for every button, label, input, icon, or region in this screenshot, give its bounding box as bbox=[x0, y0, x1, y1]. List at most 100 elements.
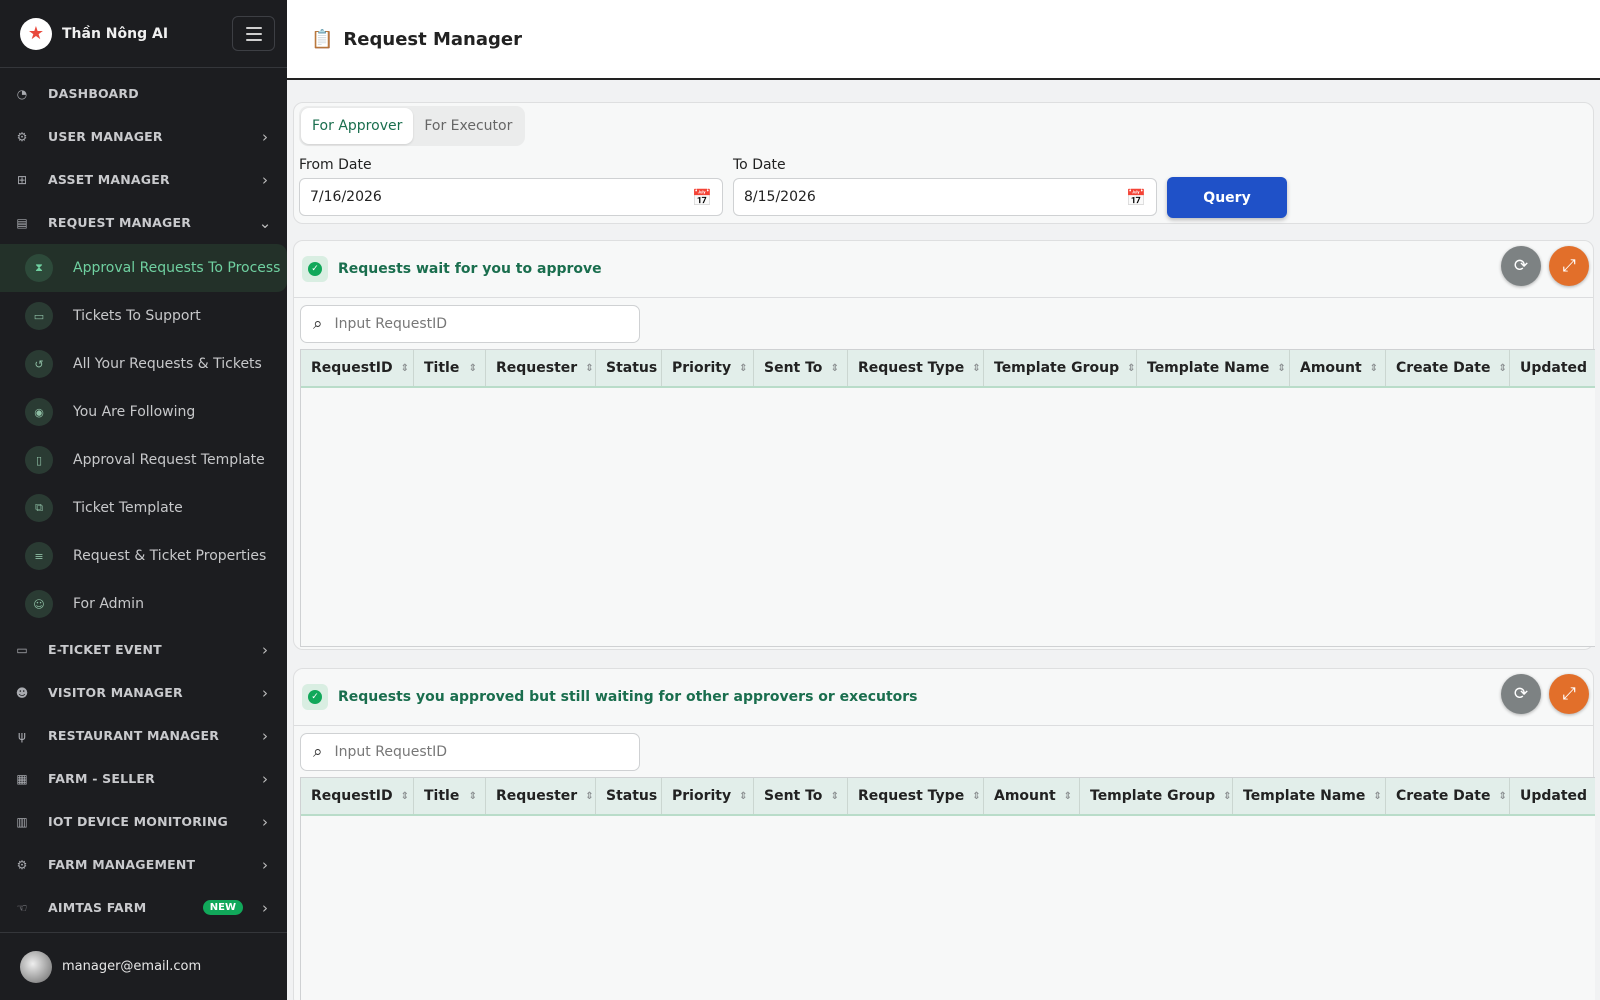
table-header: RequestID ⇕ Title ⇕ Requester ⇕ Status Prio… bbox=[301, 350, 1595, 388]
sidebar-header: ★ Thần Nông AI bbox=[0, 0, 287, 68]
requestid-search[interactable]: ⌕ Input RequestID bbox=[300, 305, 640, 343]
from-date-field[interactable]: 7/16/2026 📅 bbox=[299, 178, 723, 216]
search-input[interactable]: Input RequestID bbox=[335, 744, 447, 760]
sidebar-item-request-manager[interactable]: ▤ REQUEST MANAGER ⌄ bbox=[0, 201, 287, 244]
sidebar-subitem-following[interactable]: ◉ You Are Following bbox=[0, 388, 287, 436]
sidebar-subitem-tickets-to-support[interactable]: ▭ Tickets To Support bbox=[0, 292, 287, 340]
column-header[interactable]: Create Date ⇕ bbox=[1386, 778, 1510, 814]
sidebar-subitem-label: For Admin bbox=[73, 596, 144, 612]
sidebar-item-visitor-manager[interactable]: ☻ VISITOR MANAGER › bbox=[0, 671, 287, 714]
column-header[interactable]: Title ⇕ bbox=[414, 350, 486, 386]
calendar-icon[interactable]: 📅 bbox=[692, 188, 712, 207]
refresh-button[interactable]: ⟳ bbox=[1501, 246, 1541, 286]
logo-star-icon: ★ bbox=[20, 17, 52, 50]
brand-name: Thần Nông AI bbox=[62, 25, 169, 42]
sidebar-item-asset-manager[interactable]: ⊞ ASSET MANAGER › bbox=[0, 158, 287, 201]
sidebar: ★ Thần Nông AI ◔ DASHBOARD ⚙ USER MANAGE… bbox=[0, 0, 287, 1000]
sidebar-subitem-label: You Are Following bbox=[73, 404, 196, 420]
search-input[interactable]: Input RequestID bbox=[335, 316, 447, 332]
refresh-button[interactable]: ⟳ bbox=[1501, 674, 1541, 714]
column-header[interactable]: Title ⇕ bbox=[414, 778, 486, 814]
sidebar-subitem-approval-template[interactable]: ▯ Approval Request Template bbox=[0, 436, 287, 484]
filter-card: For Approver For Executor From Date 7/16… bbox=[293, 102, 1594, 224]
page-header: 📋 Request Manager bbox=[287, 0, 1600, 80]
chevron-right-icon: › bbox=[262, 127, 268, 146]
column-header[interactable]: Updated bbox=[1510, 350, 1595, 386]
query-button[interactable]: Query bbox=[1167, 177, 1287, 218]
group-icon: ☻ bbox=[15, 685, 29, 700]
chevron-right-icon: › bbox=[262, 855, 268, 874]
column-header[interactable]: Sent To ⇕ bbox=[754, 350, 848, 386]
search-icon: ⌕ bbox=[313, 314, 323, 334]
column-header[interactable]: Amount ⇕ bbox=[1290, 350, 1386, 386]
column-header[interactable]: Create Date ⇕ bbox=[1386, 350, 1510, 386]
column-header[interactable]: Requester ⇕ bbox=[486, 350, 596, 386]
sidebar-item-label: FARM MANAGEMENT bbox=[48, 857, 196, 872]
column-header[interactable]: Priority ⇕ bbox=[662, 350, 754, 386]
sidebar-item-farm-seller[interactable]: ▦ FARM - SELLER › bbox=[0, 757, 287, 800]
hand-icon: ☜ bbox=[16, 900, 28, 915]
menu-toggle-button[interactable] bbox=[232, 16, 275, 51]
column-header[interactable]: RequestID ⇕ bbox=[301, 350, 414, 386]
requestid-search[interactable]: ⌕ Input RequestID bbox=[300, 733, 640, 771]
column-header[interactable]: Template Name ⇕ bbox=[1137, 350, 1290, 386]
sidebar-subitem-label: Ticket Template bbox=[73, 500, 183, 516]
chevron-right-icon: › bbox=[262, 170, 268, 189]
gauge-icon: ◔ bbox=[16, 86, 28, 101]
clipboard-icon: ▤ bbox=[16, 215, 28, 230]
column-header[interactable]: Priority ⇕ bbox=[662, 778, 754, 814]
column-header[interactable]: RequestID ⇕ bbox=[301, 778, 414, 814]
sidebar-item-iot-device-monitoring[interactable]: ▥ IOT DEVICE MONITORING › bbox=[0, 800, 287, 843]
tractor-icon: ⚙ bbox=[16, 857, 28, 872]
requests-table: RequestID ⇕ Title ⇕ Requester ⇕ Status Prio… bbox=[300, 349, 1595, 647]
sidebar-subitem-label: Approval Requests To Process bbox=[73, 260, 281, 276]
column-header[interactable]: Request Type ⇕ bbox=[848, 778, 984, 814]
sidebar-item-farm-management[interactable]: ⚙ FARM MANAGEMENT › bbox=[0, 843, 287, 886]
sidebar-item-user-manager[interactable]: ⚙ USER MANAGER › bbox=[0, 115, 287, 158]
tab-for-approver[interactable]: For Approver bbox=[301, 108, 414, 144]
to-date-field[interactable]: 8/15/2026 📅 bbox=[733, 178, 1157, 216]
sidebar-nav: ◔ DASHBOARD ⚙ USER MANAGER › ⊞ ASSET MAN… bbox=[0, 68, 287, 929]
user-email: manager@email.com bbox=[62, 959, 202, 974]
role-tabs: For Approver For Executor bbox=[299, 106, 526, 146]
sidebar-subitem-label: Approval Request Template bbox=[73, 452, 265, 468]
column-header[interactable]: Requester ⇕ bbox=[486, 778, 596, 814]
sidebar-subitem-all-requests[interactable]: ↺ All Your Requests & Tickets bbox=[0, 340, 287, 388]
expand-button[interactable]: ⤢ bbox=[1549, 246, 1589, 286]
sidebar-item-dashboard[interactable]: ◔ DASHBOARD bbox=[0, 72, 287, 115]
sidebar-user-footer[interactable]: manager@email.com bbox=[0, 932, 287, 1000]
avatar bbox=[20, 950, 52, 983]
calendar-icon[interactable]: 📅 bbox=[1126, 188, 1146, 207]
column-header[interactable]: Template Group ⇕ bbox=[984, 350, 1137, 386]
sidebar-item-aimtas-farm[interactable]: ☜ AIMTAS FARM NEW › bbox=[0, 886, 287, 929]
column-header[interactable]: Request Type ⇕ bbox=[848, 350, 984, 386]
expand-button[interactable]: ⤢ bbox=[1549, 674, 1589, 714]
sidebar-item-label: VISITOR MANAGER bbox=[48, 685, 183, 700]
sidebar-item-label: ASSET MANAGER bbox=[48, 172, 170, 187]
sidebar-item-e-ticket-event[interactable]: ▭ E-TICKET EVENT › bbox=[0, 628, 287, 671]
column-header[interactable]: Updated bbox=[1510, 778, 1595, 814]
tab-for-executor[interactable]: For Executor bbox=[413, 108, 523, 144]
from-date-value: 7/16/2026 bbox=[310, 189, 382, 205]
history-icon: ↺ bbox=[25, 350, 53, 378]
sidebar-subitem-properties[interactable]: ≡ Request & Ticket Properties bbox=[0, 532, 287, 580]
panel-title: Requests you approved but still waiting … bbox=[338, 689, 918, 705]
column-header[interactable]: Status bbox=[596, 778, 662, 814]
sidebar-item-label: AIMTAS FARM bbox=[48, 900, 147, 915]
sidebar-subitem-ticket-template[interactable]: ⧉ Ticket Template bbox=[0, 484, 287, 532]
panel-header: ✓ Requests wait for you to approve ⟳ ⤢ bbox=[294, 241, 1593, 298]
ticket-icon: ▭ bbox=[16, 642, 28, 657]
user-shield-icon: ☺ bbox=[25, 590, 53, 618]
utensils-icon: ψ bbox=[18, 728, 26, 743]
column-header[interactable]: Template Group ⇕ bbox=[1080, 778, 1233, 814]
column-header[interactable]: Status bbox=[596, 350, 662, 386]
panel-title: Requests wait for you to approve bbox=[338, 261, 602, 277]
table-header: RequestID ⇕ Title ⇕ Requester ⇕ Status Prio… bbox=[301, 778, 1595, 816]
column-header[interactable]: Sent To ⇕ bbox=[754, 778, 848, 814]
sidebar-subitem-approval-requests[interactable]: ⧗ Approval Requests To Process bbox=[0, 244, 287, 292]
sidebar-subitem-for-admin[interactable]: ☺ For Admin bbox=[0, 580, 287, 628]
column-header[interactable]: Template Name ⇕ bbox=[1233, 778, 1386, 814]
search-icon: ⌕ bbox=[313, 742, 323, 762]
sidebar-item-restaurant-manager[interactable]: ψ RESTAURANT MANAGER › bbox=[0, 714, 287, 757]
column-header[interactable]: Amount ⇕ bbox=[984, 778, 1080, 814]
